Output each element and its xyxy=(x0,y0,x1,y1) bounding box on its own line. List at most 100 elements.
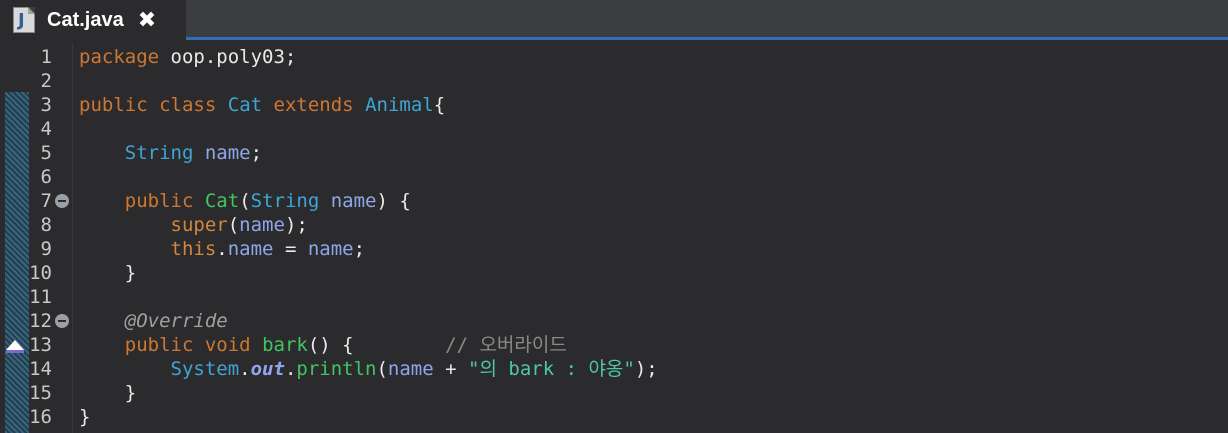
brace: } xyxy=(124,382,137,404)
line-number: 8 xyxy=(40,214,52,236)
gutter-line: 16 xyxy=(0,405,72,429)
string-literal: "의 bark : 야옹" xyxy=(468,358,635,380)
line-number: 7 xyxy=(40,190,52,212)
parameter-name: name xyxy=(330,190,377,212)
keyword: extends xyxy=(273,94,354,116)
line-number: 5 xyxy=(40,142,52,164)
gutter-line: 8 xyxy=(0,213,72,237)
type-name: String xyxy=(250,190,320,212)
method-name: bark xyxy=(262,334,308,356)
code-editor[interactable]: 1 2 3 4 5 6 7 8 9 10 11 12 13 14 15 16 p… xyxy=(0,43,1228,433)
code-line-15: } xyxy=(79,381,1228,405)
gutter-line: 14 xyxy=(0,357,72,381)
code-line-1: package oop.poly03; xyxy=(79,45,1228,69)
gutter-line: 5 xyxy=(0,141,72,165)
brace: } xyxy=(79,406,91,428)
gutter-line: 9 xyxy=(0,237,72,261)
line-number: 9 xyxy=(40,238,52,260)
code-line-3: public class Cat extends Animal{ xyxy=(79,93,1228,117)
brace: } xyxy=(124,262,137,284)
punctuation: () { xyxy=(307,334,354,356)
close-icon[interactable]: ✖ xyxy=(138,8,156,33)
keyword: this xyxy=(170,238,217,260)
constructor-name: Cat xyxy=(204,190,240,212)
keyword: package xyxy=(79,46,160,68)
gutter-line: 13 xyxy=(0,333,72,357)
parent-class-name: Animal xyxy=(365,94,434,116)
line-number: 16 xyxy=(29,406,52,428)
java-file-icon: J xyxy=(13,7,35,33)
gutter-line: 6 xyxy=(0,165,72,189)
line-number: 11 xyxy=(29,286,52,308)
code-line-12: @Override xyxy=(79,309,1228,333)
keyword: public xyxy=(124,334,194,356)
tab-title: Cat.java xyxy=(47,8,124,31)
keyword: public xyxy=(79,94,148,116)
gutter-line: 4 xyxy=(0,117,72,141)
punctuation: ); xyxy=(634,358,658,380)
code-line-16: } xyxy=(79,405,1228,429)
gutter-line: 10 xyxy=(0,261,72,285)
gutter-line: 15 xyxy=(0,381,72,405)
editor-tab-bar: J Cat.java ✖ xyxy=(0,0,1228,40)
method-name: println xyxy=(296,358,377,380)
punctuation: . xyxy=(284,358,297,380)
class-name: Cat xyxy=(227,94,263,116)
collapse-fold-icon[interactable] xyxy=(55,194,69,208)
punctuation: ) { xyxy=(376,190,411,212)
line-number: 2 xyxy=(40,70,52,92)
annotation: @Override xyxy=(124,310,228,332)
punctuation: ( xyxy=(239,190,251,212)
tab-cat-java[interactable]: J Cat.java ✖ xyxy=(0,0,186,40)
code-line-10: } xyxy=(79,261,1228,285)
line-number: 14 xyxy=(29,358,52,380)
punctuation: ; xyxy=(353,238,366,260)
code-line-8: super(name); xyxy=(79,213,1228,237)
line-number: 12 xyxy=(29,310,52,332)
code-line-5: String name; xyxy=(79,141,1228,165)
code-line-13: public void bark() { // 오버라이드 xyxy=(79,333,1228,357)
line-number-gutter: 1 2 3 4 5 6 7 8 9 10 11 12 13 14 15 16 xyxy=(0,43,73,433)
gutter-line: 3 xyxy=(0,93,72,117)
punctuation: ( xyxy=(376,358,388,380)
line-number: 6 xyxy=(40,166,52,188)
gutter-line: 11 xyxy=(0,285,72,309)
punctuation: ( xyxy=(227,214,240,236)
line-number: 10 xyxy=(29,262,52,284)
type-name: String xyxy=(124,142,194,164)
line-number: 13 xyxy=(29,334,52,356)
operator: = xyxy=(273,238,308,260)
gutter-line: 2 xyxy=(0,69,72,93)
code-line-14: System.out.println(name + "의 bark : 야옹")… xyxy=(79,357,1228,381)
gutter-line: 7 xyxy=(0,189,72,213)
keyword: super xyxy=(170,214,228,236)
override-marker-icon[interactable] xyxy=(6,340,24,353)
parameter-name: name xyxy=(307,238,354,260)
line-number: 15 xyxy=(29,382,52,404)
keyword: public xyxy=(124,190,194,212)
field-name: name xyxy=(204,142,251,164)
keyword: class xyxy=(159,94,217,116)
argument-name: name xyxy=(239,214,285,236)
field-name: name xyxy=(387,358,434,380)
line-number: 4 xyxy=(40,118,52,140)
collapse-fold-icon[interactable] xyxy=(55,314,69,328)
code-area[interactable]: package oop.poly03; public class Cat ext… xyxy=(73,43,1228,433)
package-name: oop.poly03; xyxy=(159,46,297,68)
code-line-7: public Cat(String name) { xyxy=(79,189,1228,213)
operator: + xyxy=(433,358,469,380)
class-name: System xyxy=(170,358,240,380)
line-number: 3 xyxy=(40,94,52,116)
punctuation: . xyxy=(239,358,251,380)
field-name: name xyxy=(227,238,274,260)
gutter-line: 12 xyxy=(0,309,72,333)
punctuation: . xyxy=(216,238,228,260)
code-line-9: this.name = name; xyxy=(79,237,1228,261)
comment: // 오버라이드 xyxy=(445,334,567,356)
punctuation: ); xyxy=(284,214,308,236)
static-field: out xyxy=(250,358,285,380)
punctuation: ; xyxy=(250,142,263,164)
